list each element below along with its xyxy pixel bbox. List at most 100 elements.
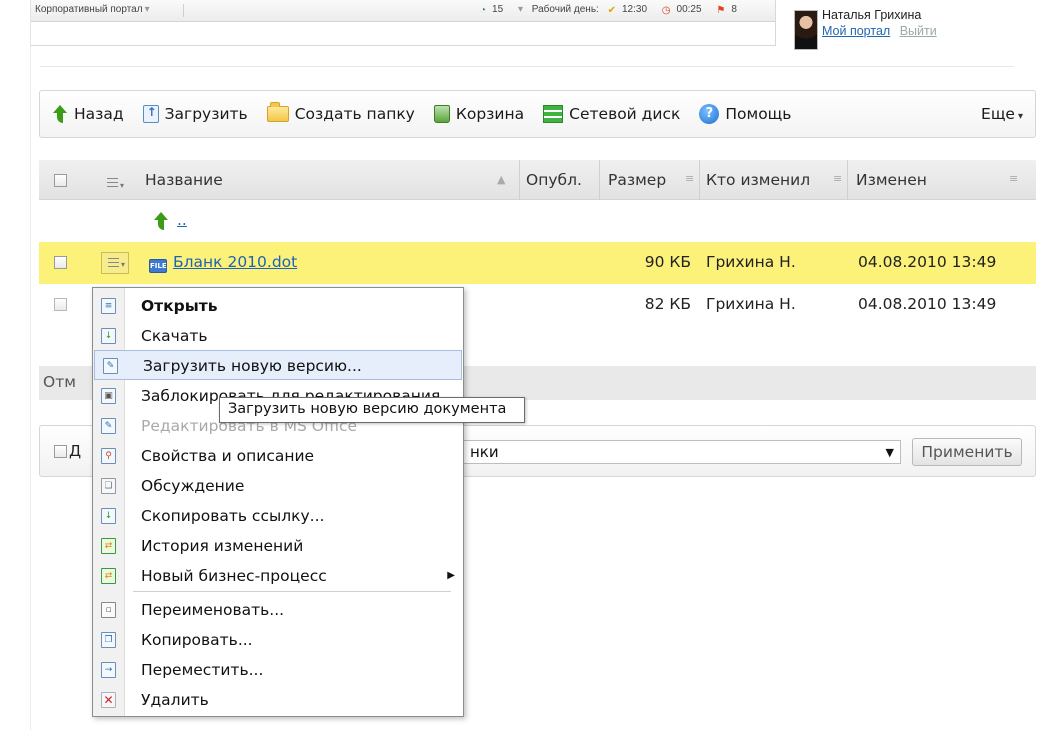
parent-folder-link[interactable]: .. — [177, 211, 187, 229]
file-name-cell: FILE Бланк 2010.dot — [149, 253, 297, 273]
column-separator — [519, 160, 520, 200]
user-panel: Наталья Грихина Мой портал Выйти — [778, 0, 1037, 56]
timer-widget[interactable]: ◷ 00:25 — [662, 4, 708, 16]
trash-button[interactable]: Корзина — [433, 105, 524, 123]
menu-item-label: Переименовать... — [141, 601, 285, 619]
menu-item-delete[interactable]: ✕ Удалить — [93, 685, 463, 715]
create-folder-button[interactable]: Создать папку — [266, 102, 415, 123]
portal-status-strip: Корпоративный портал ▾ ◔ 15 ▾ Рабочий день… — [31, 0, 775, 22]
timer-value: 00:25 — [676, 4, 702, 15]
menu-item-open[interactable]: ≡ Открыть — [93, 291, 463, 321]
menu-item-properties[interactable]: ⚲ Свойства и описание — [93, 441, 463, 471]
select-all-checkbox[interactable] — [54, 174, 67, 187]
help-icon: ? — [699, 104, 720, 124]
edit-icon: ✎ — [101, 418, 116, 434]
menu-item-upload-new-version[interactable]: ✎ Загрузить новую версию... — [94, 350, 462, 380]
column-header-modified[interactable]: Изменен — [856, 171, 927, 189]
column-separator — [699, 160, 700, 200]
back-button[interactable]: Назад — [52, 105, 124, 123]
size-cell: 82 КБ — [644, 295, 691, 313]
network-drive-button[interactable]: Сетевой диск — [543, 105, 680, 123]
logout-link[interactable]: Выйти — [900, 24, 937, 38]
tasks-count: 15 — [492, 4, 504, 15]
menu-item-label: Скопировать ссылку... — [141, 507, 325, 525]
download-icon: ↓ — [101, 328, 116, 344]
apply-to-all-checkbox[interactable] — [54, 445, 67, 458]
menu-item-history[interactable]: ⇄ История изменений — [93, 531, 463, 561]
checkmark-icon: ✔ — [607, 5, 616, 16]
column-header-published[interactable]: Опубл. — [526, 171, 582, 189]
upload-label: Загрузить — [164, 105, 248, 123]
create-folder-label: Создать папку — [294, 105, 415, 123]
column-menu-icon[interactable]: ≡ — [685, 172, 694, 185]
network-drive-icon — [543, 105, 564, 123]
user-name: Наталья Грихина — [822, 8, 922, 22]
user-links: Мой портал Выйти — [822, 24, 937, 38]
history-icon: ⇄ — [101, 538, 116, 554]
column-header-modified-by[interactable]: Кто изменил — [706, 171, 810, 189]
menu-item-discussion[interactable]: ❏ Обсуждение — [93, 471, 463, 501]
modified-cell: 04.08.2010 13:49 — [858, 253, 997, 271]
tasks-widget[interactable]: ◔ 15 — [480, 4, 509, 16]
menu-item-new-business-process[interactable]: ⇄ Новый бизнес-процесс ▶ — [93, 561, 463, 591]
table-row[interactable]: ▾ FILE Бланк 2010.dot 90 КБ Грихина Н. 04… — [39, 242, 1036, 284]
menu-divider — [133, 591, 451, 592]
menu-item-label: Удалить — [141, 691, 209, 709]
file-name-link[interactable]: Бланк 2010.dot — [173, 253, 297, 271]
grid-header: ▾ Название ▲ Опубл. Размер ≡ Кто изменил… — [39, 160, 1036, 200]
column-menu-icon[interactable]: ≡ — [833, 172, 842, 185]
action-select-value: нки — [470, 443, 499, 461]
chevron-down-icon: ▼ — [885, 446, 894, 459]
page-left-border — [30, 46, 31, 730]
menu-item-download[interactable]: ↓ Скачать — [93, 321, 463, 351]
column-header-name[interactable]: Название — [145, 171, 223, 189]
status-ticker: ◔ 15 ▾ Рабочий день: ✔ 12:30 ◷ 00:25 ⚑ 8 — [480, 4, 749, 16]
menu-item-label: Свойства и описание — [141, 447, 315, 465]
parent-folder-row[interactable]: .. — [39, 200, 1036, 242]
divider — [40, 66, 1014, 67]
edit-icon: ✎ — [103, 358, 118, 374]
open-icon: ≡ — [101, 298, 116, 314]
columns-menu-icon[interactable]: ▾ — [107, 178, 124, 190]
arrow-up-icon — [153, 212, 169, 230]
size-cell: 90 КБ — [644, 253, 691, 271]
copy-icon: ❐ — [101, 632, 116, 648]
submenu-arrow-icon: ▶ — [447, 570, 455, 581]
action-select[interactable]: нки ▼ — [461, 440, 901, 464]
delete-icon: ✕ — [101, 692, 116, 708]
chevron-down-icon: ▾ — [517, 4, 523, 15]
portal-menu[interactable]: Корпоративный портал ▾ — [35, 4, 150, 15]
help-button[interactable]: ? Помощь — [699, 104, 791, 124]
more-button[interactable]: Еще ▾ — [981, 105, 1023, 123]
lock-icon: ▣ — [101, 388, 116, 404]
modified-by-cell: Грихина Н. — [706, 295, 796, 313]
menu-item-copy[interactable]: ❐ Копировать... — [93, 625, 463, 655]
flags-count: 8 — [731, 4, 737, 15]
my-portal-link[interactable]: Мой портал — [822, 24, 890, 38]
menu-item-copy-link[interactable]: ↓ Скопировать ссылку... — [93, 501, 463, 531]
workday-label: Рабочий день: — [531, 4, 599, 15]
workday-widget[interactable]: ▾ Рабочий день: ✔ 12:30 — [517, 4, 653, 16]
row-checkbox[interactable] — [54, 298, 67, 311]
chevron-down-icon: ▾ — [1017, 111, 1023, 122]
row-actions-menu-icon[interactable]: ▾ — [101, 252, 129, 274]
workflow-icon: ⇄ — [101, 568, 116, 584]
menu-item-move[interactable]: → Переместить... — [93, 655, 463, 685]
flags-widget[interactable]: ⚑ 8 — [716, 4, 743, 16]
sort-ascending-icon[interactable]: ▲ — [497, 173, 505, 186]
column-menu-icon[interactable]: ≡ — [1009, 172, 1018, 185]
column-header-size[interactable]: Размер — [608, 171, 666, 189]
more-label: Еще — [981, 105, 1015, 123]
avatar[interactable] — [794, 10, 818, 50]
workday-time: 12:30 — [621, 4, 648, 15]
apply-button[interactable]: Применить — [912, 438, 1022, 466]
modified-by-cell: Грихина Н. — [706, 253, 796, 271]
dot-file-icon: FILE — [149, 259, 167, 273]
menu-item-rename[interactable]: ▫ Переименовать... — [93, 595, 463, 625]
help-label: Помощь — [725, 105, 792, 123]
row-checkbox[interactable] — [54, 256, 67, 269]
rename-icon: ▫ — [101, 602, 116, 618]
column-separator — [847, 160, 848, 200]
upload-button[interactable]: Загрузить — [142, 105, 248, 123]
menu-item-label: Открыть — [141, 297, 218, 315]
